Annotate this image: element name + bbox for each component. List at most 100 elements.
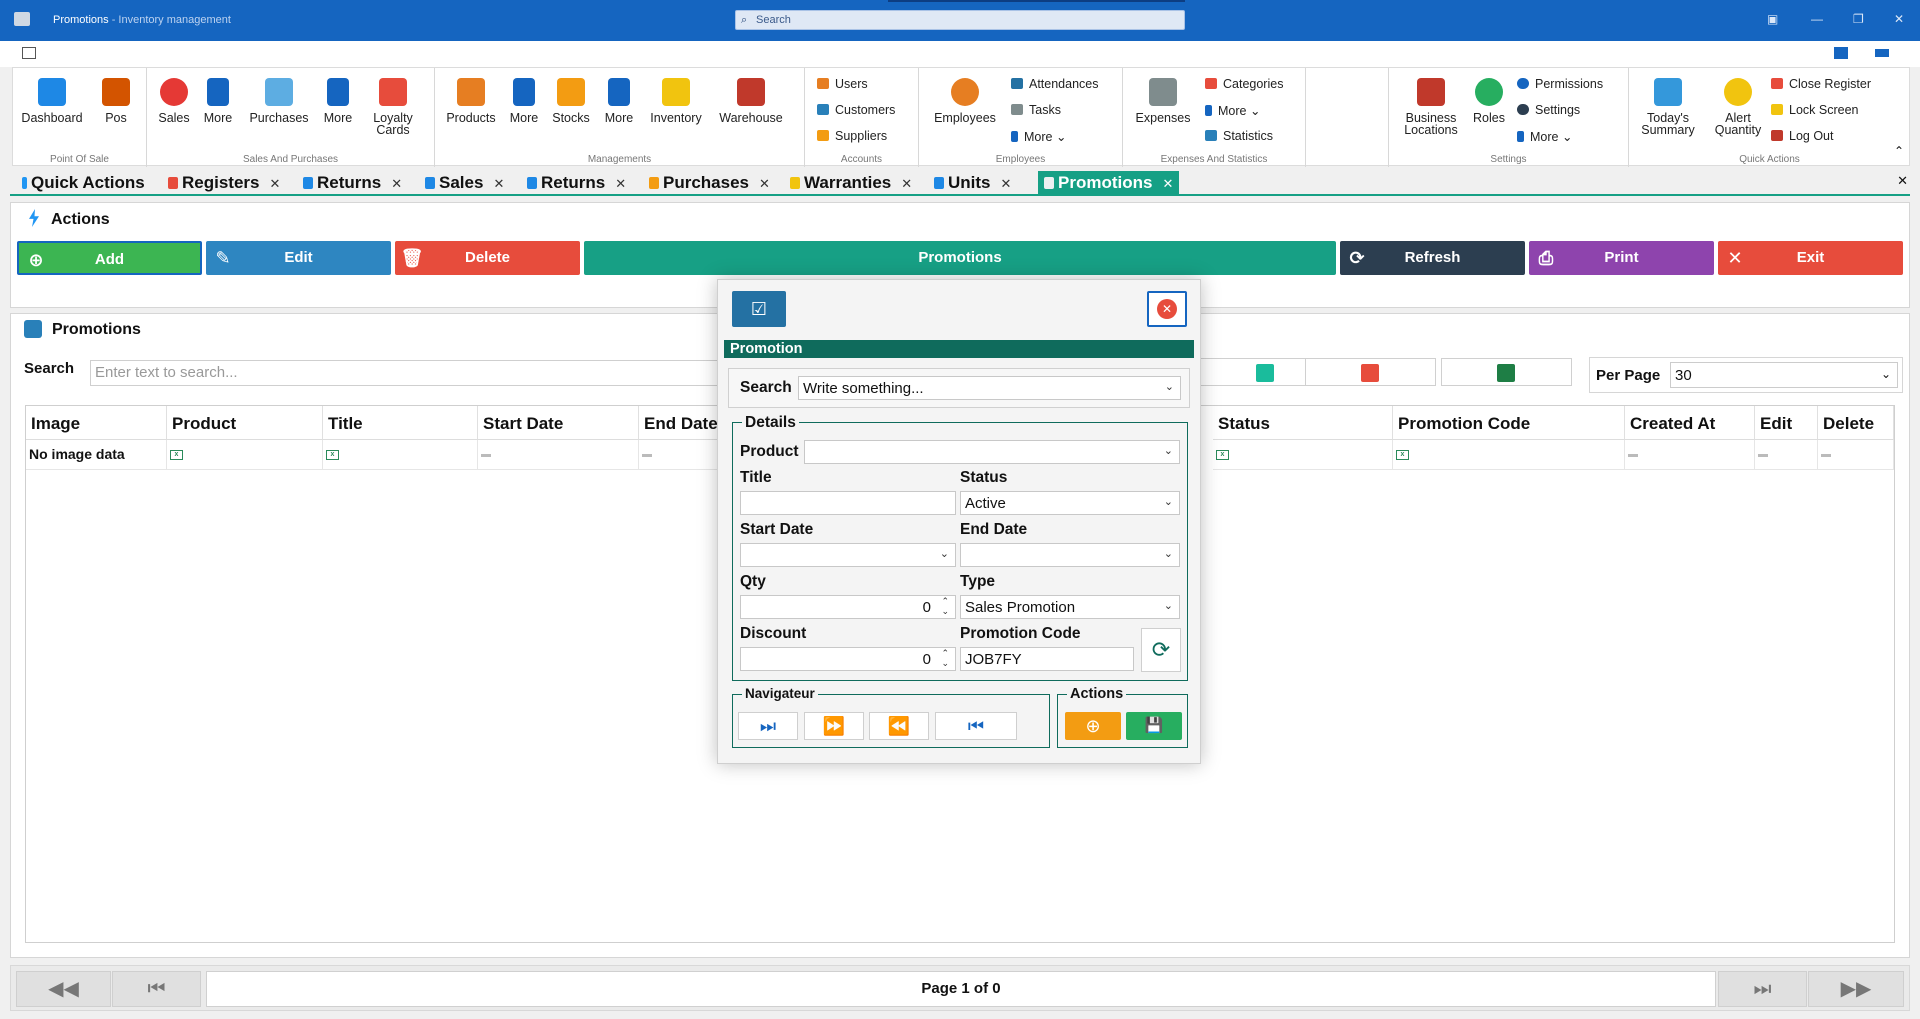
- business-locations-button[interactable]: Business Locations: [1397, 78, 1465, 136]
- tab-warranties[interactable]: Warranties ✕: [790, 171, 912, 195]
- employees-button[interactable]: Employees: [929, 78, 1001, 124]
- nav-rewind-button[interactable]: ⏪: [869, 712, 929, 740]
- column-header[interactable]: Promotion Code: [1393, 406, 1625, 440]
- qty-stepper[interactable]: 0 ⌃ ⌄: [740, 595, 956, 619]
- close-register-button[interactable]: Close Register: [1771, 77, 1871, 91]
- start-date-picker[interactable]: ⌄: [740, 543, 956, 567]
- view-grid-icon[interactable]: [1834, 47, 1848, 59]
- column-header[interactable]: Status: [1213, 406, 1393, 440]
- spin-icon[interactable]: ⌃ ⌄: [941, 596, 949, 616]
- close-tab-icon[interactable]: ✕: [1162, 176, 1173, 191]
- edit-button[interactable]: ✎ Edit: [206, 241, 391, 275]
- close-tab-icon[interactable]: ✕: [269, 176, 280, 191]
- attendances-button[interactable]: Attendances: [1011, 77, 1099, 91]
- managements-more-button[interactable]: More: [505, 78, 543, 124]
- dialog-search-select[interactable]: Write something... ⌄: [798, 376, 1181, 400]
- close-window-button[interactable]: ✕: [1894, 12, 1904, 26]
- refresh-button[interactable]: ⟳ Refresh: [1340, 241, 1525, 275]
- suppliers-button[interactable]: Suppliers: [817, 129, 887, 143]
- tab-sales[interactable]: Sales ✕: [425, 171, 504, 195]
- restore-button[interactable]: ❐: [1853, 12, 1864, 26]
- last-page-button[interactable]: ▶▶: [1808, 971, 1904, 1007]
- purchases-more-button[interactable]: More: [317, 78, 359, 124]
- next-page-button[interactable]: ⏭: [1718, 971, 1807, 1007]
- tab-returns-2[interactable]: Returns ✕: [527, 171, 626, 195]
- prev-page-button[interactable]: ⏮: [112, 971, 201, 1007]
- save-promotion-button[interactable]: 💾: [1126, 712, 1182, 740]
- expenses-more-button[interactable]: More ⌄: [1205, 103, 1260, 118]
- column-header[interactable]: Edit: [1755, 406, 1818, 440]
- close-tab-icon[interactable]: ✕: [391, 176, 402, 191]
- sales-button[interactable]: Sales: [153, 78, 195, 124]
- nav-next-button[interactable]: ⏭: [738, 712, 798, 740]
- employees-more-button[interactable]: More ⌄: [1011, 129, 1066, 144]
- menu-icon[interactable]: [22, 47, 36, 59]
- close-tab-icon[interactable]: ✕: [1001, 176, 1012, 191]
- discount-stepper[interactable]: 0 ⌃ ⌄: [740, 647, 956, 671]
- warehouse-button[interactable]: Warehouse: [713, 78, 789, 124]
- column-header[interactable]: Delete: [1818, 406, 1894, 440]
- tasks-button[interactable]: Tasks: [1011, 103, 1061, 117]
- dashboard-button[interactable]: Dashboard: [21, 78, 83, 124]
- per-page-select[interactable]: Per Page 30 ⌄: [1589, 357, 1903, 393]
- nav-forward-button[interactable]: ⏩: [804, 712, 864, 740]
- end-date-picker[interactable]: ⌄: [960, 543, 1180, 567]
- generate-code-button[interactable]: ⟳: [1141, 628, 1181, 672]
- close-dialog-button[interactable]: ✕: [1147, 291, 1187, 327]
- first-page-button[interactable]: ◀◀: [16, 971, 111, 1007]
- collapse-ribbon-icon[interactable]: ⌃: [1894, 144, 1904, 158]
- per-page-value[interactable]: 30 ⌄: [1670, 362, 1898, 388]
- tab-quick-actions[interactable]: Quick Actions: [22, 171, 145, 195]
- roles-button[interactable]: Roles: [1469, 78, 1509, 124]
- promotions-button[interactable]: Promotions: [584, 241, 1336, 275]
- column-header[interactable]: Start Date: [478, 406, 639, 440]
- inventory-button[interactable]: Inventory: [643, 78, 709, 124]
- close-tab-icon[interactable]: ✕: [901, 176, 912, 191]
- add-button[interactable]: ⊕ Add: [17, 241, 202, 275]
- stocks-button[interactable]: Stocks: [547, 78, 595, 124]
- statistics-button[interactable]: Statistics: [1205, 129, 1273, 143]
- new-promotion-button[interactable]: ⊕: [1065, 712, 1121, 740]
- column-header[interactable]: Created At: [1625, 406, 1755, 440]
- sales-more-button[interactable]: More: [197, 78, 239, 124]
- log-out-button[interactable]: Log Out: [1771, 129, 1833, 143]
- loyalty-cards-button[interactable]: Loyalty Cards: [363, 78, 423, 136]
- minimize-button[interactable]: —: [1811, 12, 1823, 26]
- tab-returns[interactable]: Returns ✕: [303, 171, 402, 195]
- products-button[interactable]: Products: [441, 78, 501, 124]
- type-select[interactable]: Sales Promotion ⌄: [960, 595, 1180, 619]
- settings-more-button[interactable]: More ⌄: [1517, 129, 1572, 144]
- column-header[interactable]: Title: [323, 406, 478, 440]
- todays-summary-button[interactable]: Today's Summary: [1635, 78, 1701, 136]
- purchases-button[interactable]: Purchases: [243, 78, 315, 124]
- permissions-button[interactable]: Permissions: [1517, 77, 1603, 91]
- close-tab-icon[interactable]: ✕: [759, 176, 770, 191]
- tab-units[interactable]: Units ✕: [934, 171, 1011, 195]
- column-header[interactable]: Image: [26, 406, 167, 440]
- product-select[interactable]: ⌄: [804, 440, 1180, 464]
- close-all-tabs-icon[interactable]: ✕: [1897, 173, 1908, 189]
- status-select[interactable]: Active ⌄: [960, 491, 1180, 515]
- title-input[interactable]: [740, 491, 956, 515]
- alert-quantity-button[interactable]: Alert Quantity: [1705, 78, 1771, 136]
- column-header[interactable]: Product: [167, 406, 323, 440]
- lock-screen-button[interactable]: Lock Screen: [1771, 103, 1858, 117]
- layout-icon[interactable]: ▣: [1767, 12, 1778, 26]
- export-pdf-button[interactable]: [1305, 358, 1436, 386]
- close-tab-icon[interactable]: ✕: [615, 176, 626, 191]
- exit-button[interactable]: ✕ Exit: [1718, 241, 1903, 275]
- list-search-input[interactable]: Enter text to search...: [90, 360, 730, 386]
- settings-button[interactable]: Settings: [1517, 103, 1580, 117]
- tab-registers[interactable]: Registers ✕: [168, 171, 280, 195]
- global-search-input[interactable]: ⌕ Search: [735, 10, 1185, 30]
- export-excel-button[interactable]: [1441, 358, 1572, 386]
- tab-purchases[interactable]: Purchases ✕: [649, 171, 770, 195]
- theme-icon[interactable]: [1875, 49, 1889, 57]
- stocks-more-button[interactable]: More: [599, 78, 639, 124]
- expenses-button[interactable]: Expenses: [1131, 78, 1195, 124]
- pos-button[interactable]: Pos: [93, 78, 139, 124]
- close-tab-icon[interactable]: ✕: [493, 176, 504, 191]
- customers-button[interactable]: Customers: [817, 103, 895, 117]
- users-button[interactable]: Users: [817, 77, 868, 91]
- tab-promotions[interactable]: Promotions ✕: [1038, 171, 1180, 195]
